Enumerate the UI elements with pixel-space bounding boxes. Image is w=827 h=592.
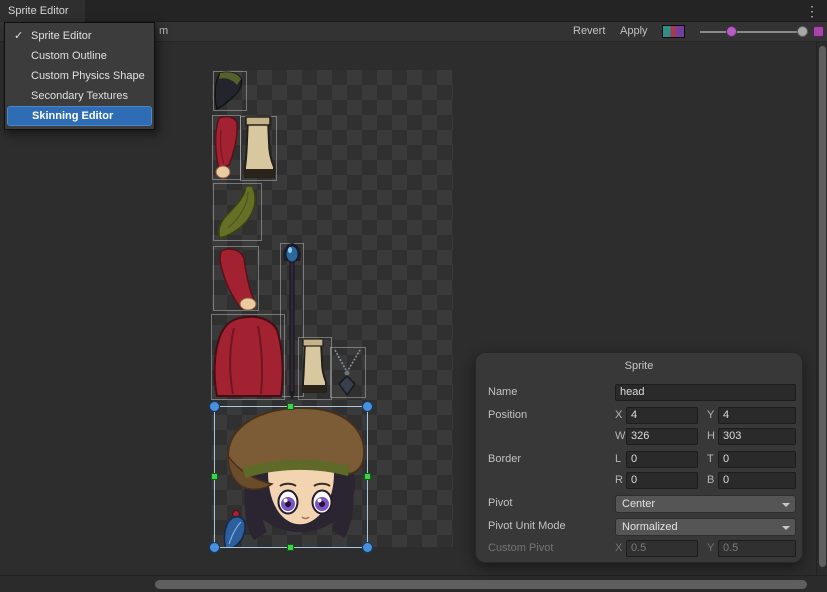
title-bar: Sprite Editor ⋮ xyxy=(0,0,827,22)
corner-handle-top-left[interactable] xyxy=(209,401,220,412)
border-b-prefix: B xyxy=(707,474,714,486)
border-l-prefix: L xyxy=(615,453,621,465)
sprite-cape[interactable] xyxy=(215,317,283,396)
menu-item-sprite-editor[interactable]: ✓ Sprite Editor xyxy=(7,26,152,46)
checkmark-icon: ✓ xyxy=(14,26,23,46)
sprite-arm-upper[interactable] xyxy=(216,117,238,178)
selection-rect[interactable] xyxy=(214,406,368,548)
name-field[interactable]: head xyxy=(615,384,796,401)
corner-handle-bottom-right[interactable] xyxy=(362,542,373,553)
corner-handle-bottom-left[interactable] xyxy=(209,542,220,553)
menu-item-custom-outline[interactable]: Custom Outline xyxy=(7,46,152,66)
sprite-scarf[interactable] xyxy=(219,186,255,238)
menu-item-label: Custom Physics Shape xyxy=(31,70,145,82)
position-w-field[interactable]: 326 xyxy=(626,428,698,445)
zoom-slider-handle[interactable] xyxy=(726,26,737,37)
sprite-arm-lower[interactable] xyxy=(220,249,256,310)
zoom-slider-track[interactable] xyxy=(700,31,808,33)
kebab-menu-icon[interactable]: ⋮ xyxy=(805,3,819,20)
menu-item-label: Secondary Textures xyxy=(31,90,128,102)
pivot-dropdown[interactable]: Center xyxy=(615,495,796,513)
sprite-inspector-panel: Sprite Name head Position X 4 Y 4 W 326 … xyxy=(475,352,803,563)
border-t-field[interactable]: 0 xyxy=(718,451,796,468)
position-y-field[interactable]: 4 xyxy=(718,407,796,424)
edge-handle-left[interactable] xyxy=(211,473,218,480)
vertical-scrollbar-thumb[interactable] xyxy=(819,46,826,567)
sprite-staff[interactable] xyxy=(284,244,299,400)
toolbar-partial-label[interactable]: m xyxy=(159,25,168,37)
border-t-prefix: T xyxy=(707,453,714,465)
edge-handle-right[interactable] xyxy=(364,473,371,480)
pivot-label: Pivot xyxy=(488,497,512,509)
color-gradient-icon[interactable] xyxy=(662,25,685,38)
border-r-field[interactable]: 0 xyxy=(626,472,698,489)
menu-item-skinning-editor[interactable]: Skinning Editor xyxy=(7,106,152,126)
panel-title: Sprite xyxy=(476,360,802,372)
revert-button[interactable]: Revert xyxy=(573,25,605,37)
name-label: Name xyxy=(488,386,517,398)
position-y-prefix: Y xyxy=(707,409,714,421)
horizontal-scrollbar-thumb[interactable] xyxy=(155,580,807,589)
custom-pivot-x-field: 0.5 xyxy=(626,540,698,557)
vertical-scrollbar[interactable] xyxy=(816,42,827,575)
position-label: Position xyxy=(488,409,527,421)
position-h-field[interactable]: 303 xyxy=(718,428,796,445)
custom-pivot-y-field: 0.5 xyxy=(718,540,796,557)
slider-handle-secondary[interactable] xyxy=(797,26,808,37)
menu-item-custom-physics-shape[interactable]: Custom Physics Shape xyxy=(7,66,152,86)
texture-filter-icon[interactable] xyxy=(813,26,824,37)
pivot-unit-mode-value: Normalized xyxy=(622,521,678,533)
custom-pivot-y-prefix: Y xyxy=(707,542,714,554)
menu-item-label: Custom Outline xyxy=(31,50,107,62)
menu-item-label: Skinning Editor xyxy=(32,110,113,122)
menu-item-label: Sprite Editor xyxy=(31,30,92,42)
apply-button[interactable]: Apply xyxy=(620,25,648,37)
edge-handle-bottom[interactable] xyxy=(287,544,294,551)
border-b-field[interactable]: 0 xyxy=(718,472,796,489)
border-label: Border xyxy=(488,453,521,465)
position-x-field[interactable]: 4 xyxy=(626,407,698,424)
pivot-unit-mode-dropdown[interactable]: Normalized xyxy=(615,518,796,536)
sprite-hood[interactable] xyxy=(215,72,241,109)
border-r-prefix: R xyxy=(615,474,623,486)
sprite-amulet[interactable] xyxy=(335,350,360,395)
position-w-prefix: W xyxy=(615,430,625,442)
custom-pivot-x-prefix: X xyxy=(615,542,622,554)
sprite-editor-window: { "window": { "title": "Sprite Editor", … xyxy=(0,0,827,592)
pivot-unit-mode-label: Pivot Unit Mode xyxy=(488,520,566,532)
edge-handle-top[interactable] xyxy=(287,403,294,410)
pivot-value: Center xyxy=(622,498,655,510)
position-h-prefix: H xyxy=(707,430,715,442)
position-x-prefix: X xyxy=(615,409,622,421)
custom-pivot-label: Custom Pivot xyxy=(488,542,553,554)
chevron-down-icon xyxy=(782,503,790,507)
menu-item-secondary-textures[interactable]: Secondary Textures xyxy=(7,86,152,106)
horizontal-scrollbar[interactable] xyxy=(0,575,827,592)
sprite-boot-2[interactable] xyxy=(303,339,326,392)
border-l-field[interactable]: 0 xyxy=(626,451,698,468)
window-title[interactable]: Sprite Editor xyxy=(0,0,85,22)
chevron-down-icon xyxy=(782,526,790,530)
sprite-editor-mode-menu: ✓ Sprite Editor Custom Outline Custom Ph… xyxy=(4,22,155,130)
sprite-boot-1[interactable] xyxy=(245,117,274,177)
corner-handle-top-right[interactable] xyxy=(362,401,373,412)
